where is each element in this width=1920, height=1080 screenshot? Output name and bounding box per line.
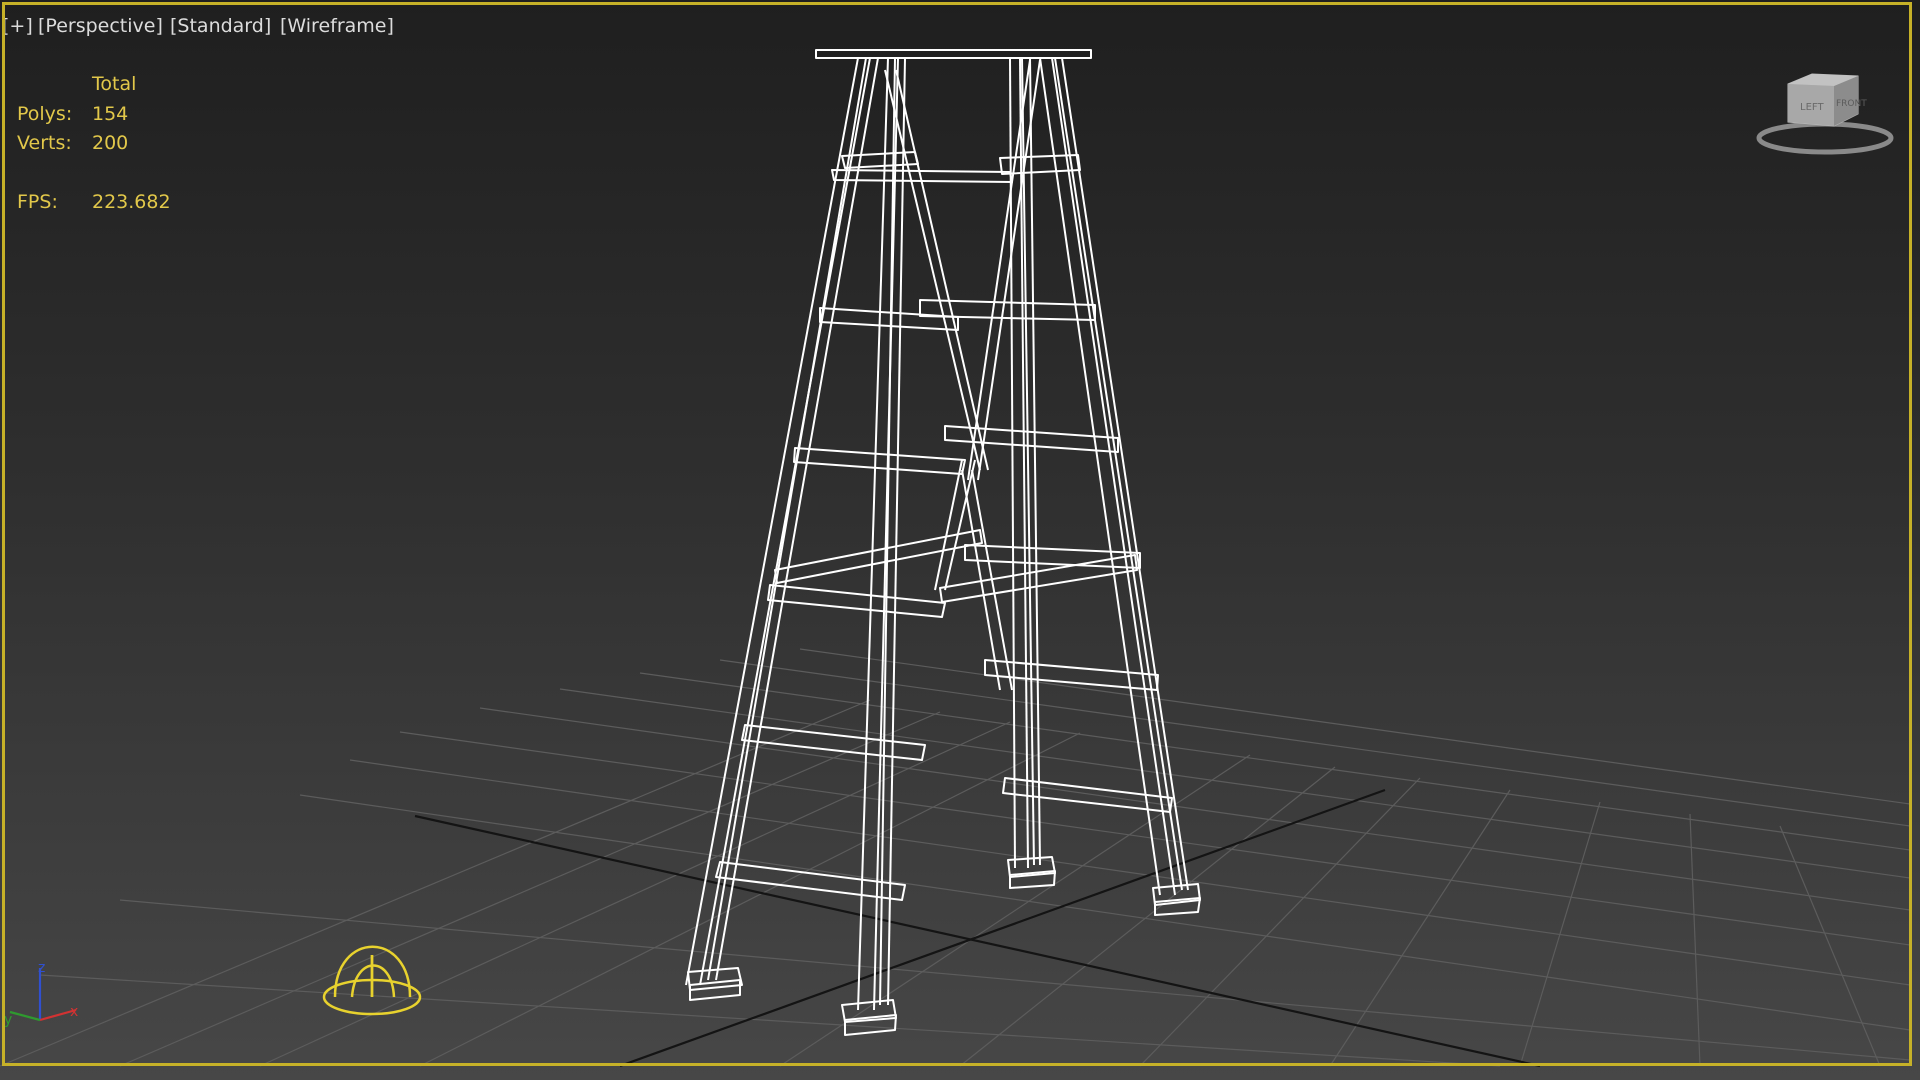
front-steps [715,151,1013,901]
front-left-rail [685,57,879,986]
rear-right-rail [1039,57,1189,896]
ladder-top-cap [815,49,1092,59]
viewport-view-menu[interactable]: [Perspective] [38,15,163,37]
light-gizmo[interactable] [322,945,422,1016]
stats-total-header: Total [92,73,137,95]
viewcube[interactable]: LEFT FRONT [1750,66,1900,166]
viewport-plus-menu[interactable]: [+] [2,15,33,37]
axis-y-label: y [4,1012,12,1028]
stats-verts-label: Verts: [17,132,72,154]
perspective-viewport[interactable]: z x y [+] [Perspective] [Standard] [Wire… [0,0,1920,1080]
viewcube-compass-ring [1756,121,1894,155]
axis-x-label: x [70,1004,78,1020]
viewport-standard-menu[interactable]: [Standard] [170,15,271,37]
stats-polys-label: Polys: [17,103,73,125]
viewport-shading-menu[interactable]: [Wireframe] [280,15,394,37]
grid-axes [414,788,1541,1068]
viewcube-front-label: LEFT [1800,102,1824,113]
axis-z-label: z [38,960,45,976]
viewport-scene[interactable]: z x y [0,0,1920,1080]
stats-fps-label: FPS: [17,191,58,213]
rear-left-rail [1009,57,1041,869]
axis-y-line [9,1010,41,1022]
stats-fps-value: 223.682 [92,191,171,213]
front-right-rail [857,57,906,1011]
stats-verts-value: 200 [92,132,129,154]
viewcube-right-label: FRONT [1836,99,1867,109]
axis-tripod: z x y [4,960,78,1028]
stats-polys-value: 154 [92,103,129,125]
ground-grid [0,648,1911,1067]
cross-braces [884,59,1041,691]
ladder-wireframe[interactable] [685,49,1201,1036]
